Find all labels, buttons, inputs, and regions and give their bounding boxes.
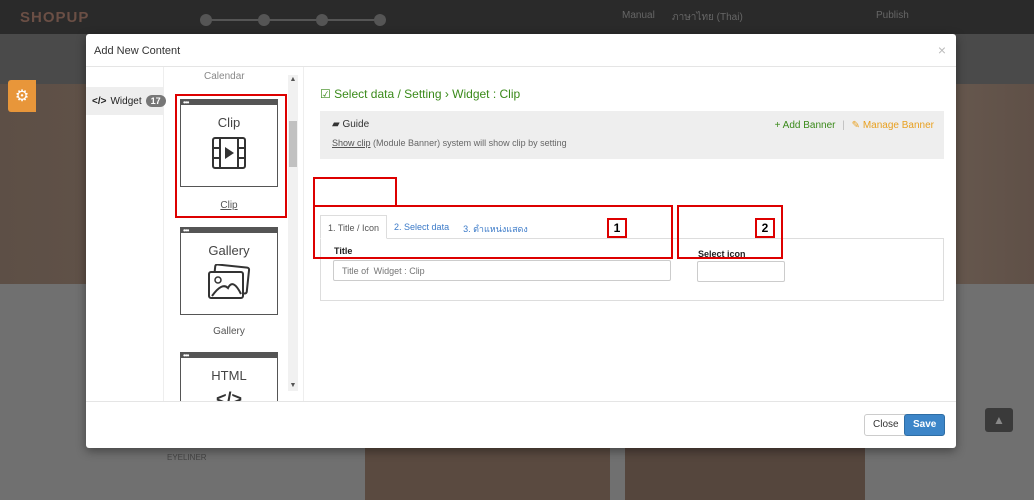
scroll-up-icon[interactable]: ▲	[288, 75, 298, 85]
annotation-number: 2	[755, 218, 775, 238]
book-icon: ▰	[332, 119, 343, 130]
image-gallery-icon	[181, 264, 277, 302]
widget-label[interactable]: Gallery	[180, 326, 278, 337]
manage-banner-link[interactable]: ✎ Manage Banner	[852, 120, 934, 131]
close-button[interactable]: Close	[864, 414, 908, 436]
modal-header: Add New Content ×	[86, 34, 956, 67]
title-icon-panel: Title Select icon	[320, 239, 944, 301]
guide-box: ▰ Guide Show clip (Module Banner) system…	[320, 111, 944, 159]
select-icon-field[interactable]	[697, 261, 785, 282]
widget-label[interactable]: Clip	[180, 200, 278, 211]
video-clip-icon	[181, 136, 277, 170]
settings-heading: ☑ Select data / Setting › Widget : Clip	[320, 87, 521, 101]
step-progress	[200, 6, 390, 28]
category-nav: </> Widget 17	[86, 67, 166, 401]
scroll-top-icon[interactable]: ▲	[985, 408, 1013, 432]
tab-display-position[interactable]: 3. ตำแหน่งแสดง	[456, 215, 535, 238]
modal-footer: Close Save	[86, 401, 956, 448]
save-button[interactable]: Save	[904, 414, 946, 436]
modal-title: Add New Content	[94, 45, 181, 57]
widget-label: Calendar	[204, 71, 245, 82]
widget-card-gallery[interactable]: ••• Gallery	[180, 226, 278, 315]
widget-title: Clip	[217, 115, 241, 130]
checkbox-icon: ☑	[320, 87, 335, 101]
code-icon: </>	[215, 389, 243, 401]
code-icon: </>	[92, 95, 107, 107]
pencil-icon: ✎	[851, 120, 863, 131]
count-badge: 17	[145, 95, 166, 107]
close-icon[interactable]: ×	[938, 42, 946, 58]
widget-title: Gallery	[208, 243, 250, 258]
nav-item-widget[interactable]: </> Widget 17	[86, 87, 166, 115]
select-icon-label: Select icon	[698, 249, 746, 259]
title-label: Title	[334, 246, 353, 256]
app-logo: SHOPUP	[20, 9, 90, 26]
annotation-number: 1	[607, 218, 627, 238]
widget-card-clip[interactable]: ••• Clip	[180, 98, 278, 187]
show-clip-link[interactable]: Show clip	[332, 138, 371, 148]
settings-gear-icon[interactable]: ⚙	[8, 80, 36, 112]
app-topbar: SHOPUP Manual ภาษาไทย (Thai) Publish	[0, 0, 1034, 34]
guide-links: + Add Banner | ✎ Manage Banner	[774, 120, 934, 131]
manual-link[interactable]: Manual	[622, 10, 655, 21]
product-caption: EYELINER	[167, 453, 207, 462]
add-content-modal: Add New Content × </> Widget 17 Calendar…	[86, 34, 956, 448]
nav-item-label: Widget	[110, 95, 142, 107]
guide-description: Show clip (Module Banner) system will sh…	[332, 138, 567, 148]
publish-button[interactable]: Publish	[876, 10, 909, 21]
widget-title: HTML	[211, 368, 247, 383]
widget-list: Calendar ••• Clip Clip ••• Gallery Galle…	[164, 67, 304, 401]
tab-select-data[interactable]: 2. Select data	[387, 215, 456, 238]
widget-list-scrollbar[interactable]: ▲ ▼	[288, 75, 298, 391]
scroll-thumb[interactable]	[289, 121, 297, 167]
title-input[interactable]	[333, 260, 671, 281]
widget-settings: ☑ Select data / Setting › Widget : Clip …	[314, 67, 944, 401]
widget-card-html[interactable]: ••• HTML </>	[180, 351, 278, 401]
scroll-down-icon[interactable]: ▼	[288, 381, 298, 391]
tab-title-icon[interactable]: 1. Title / Icon	[320, 215, 388, 239]
language-selector[interactable]: ภาษาไทย (Thai)	[672, 10, 743, 25]
settings-tabs: 1. Title / Icon 2. Select data 3. ตำแหน่…	[320, 215, 944, 239]
add-banner-link[interactable]: + Add Banner	[775, 120, 836, 131]
